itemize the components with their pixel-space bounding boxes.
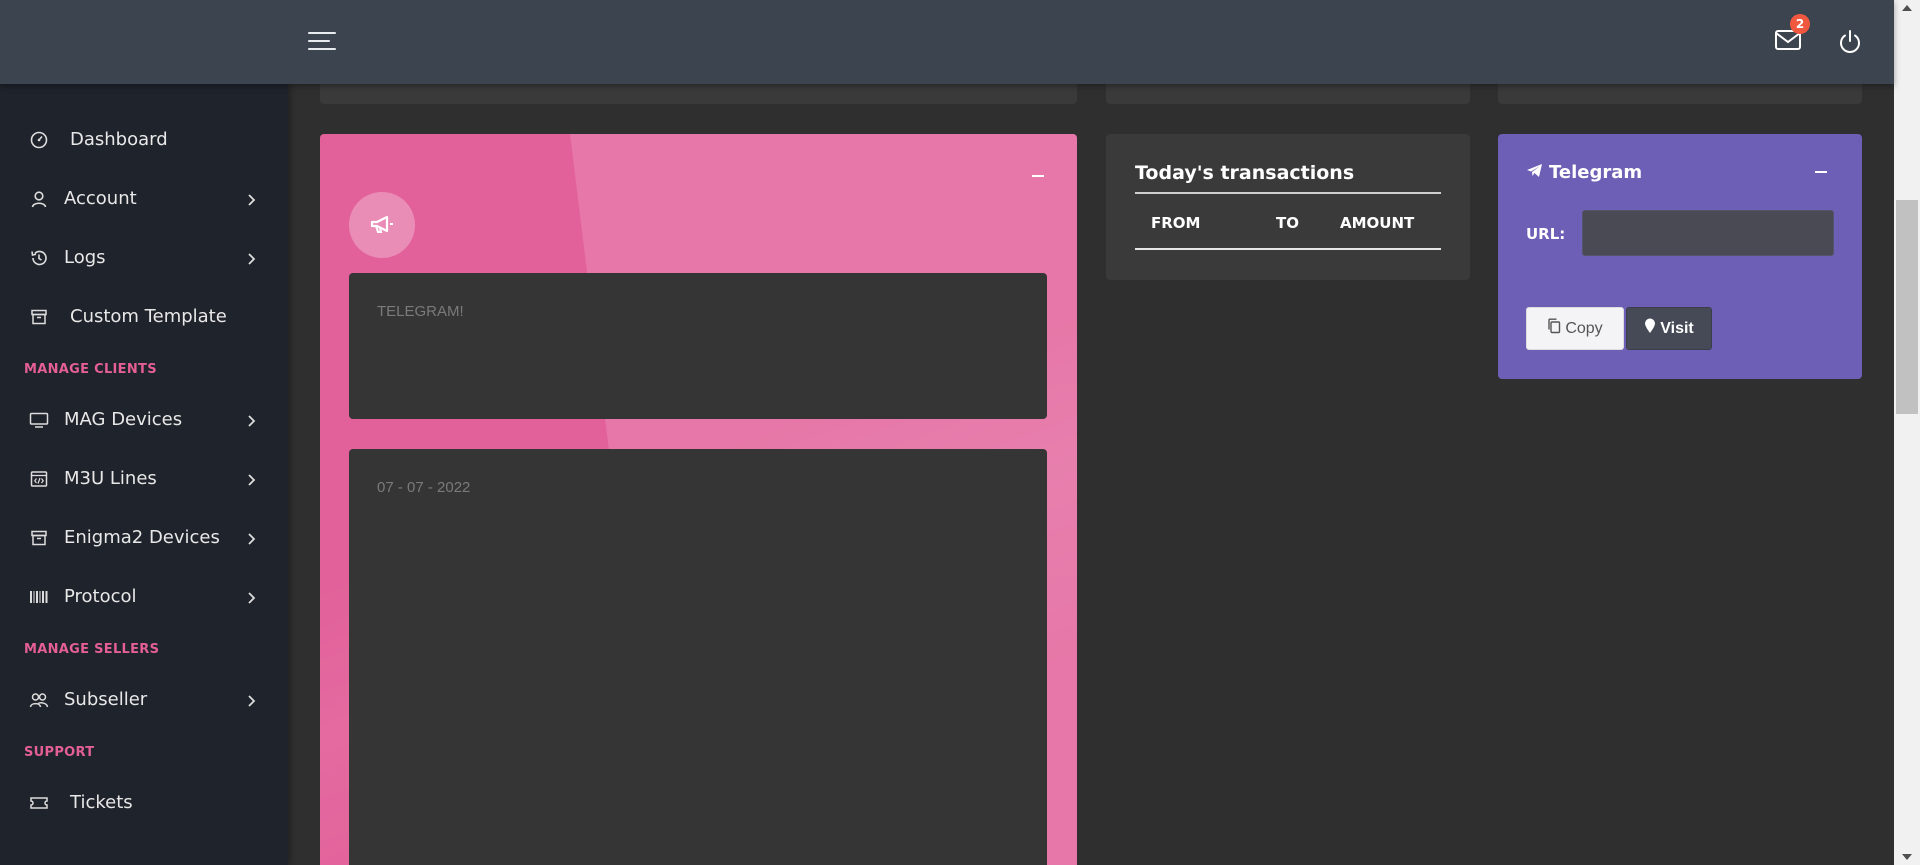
card-bottom-edge (320, 84, 1077, 104)
megaphone-icon (349, 192, 415, 258)
scrollbar-thumb[interactable] (1896, 200, 1918, 414)
copy-button[interactable]: Copy (1526, 307, 1624, 350)
copy-label: Copy (1565, 319, 1603, 337)
card-bottom-edge (1106, 84, 1470, 104)
divider (1135, 192, 1441, 194)
sidebar-item-dashboard[interactable]: Dashboard (0, 118, 288, 162)
sidebar-item-logs[interactable]: Logs (0, 236, 288, 280)
top-navbar: 2 (0, 0, 1894, 84)
sidebar-item-m3u-lines[interactable]: M3U Lines (0, 457, 288, 501)
sidebar-item-tickets[interactable]: Tickets (0, 781, 288, 825)
users-icon (28, 690, 50, 710)
archive-icon (28, 307, 50, 327)
hamburger-icon[interactable] (308, 30, 338, 54)
sidebar-item-enigma2-devices[interactable]: Enigma2 Devices (0, 516, 288, 560)
sidebar-item-label: Custom Template (70, 306, 227, 327)
map-pin-icon (1644, 318, 1656, 339)
user-icon (28, 189, 50, 209)
sidebar-item-label: M3U Lines (64, 468, 157, 489)
sidebar-item-mag-devices[interactable]: MAG Devices (0, 398, 288, 442)
telegram-card-title: Telegram (1526, 162, 1642, 183)
section-title-manage-clients: MANAGE CLIENTS (24, 362, 157, 377)
visit-button[interactable]: Visit (1626, 307, 1712, 350)
divider (1135, 248, 1441, 250)
sidebar: Dashboard Account Logs Custom Template M… (0, 84, 288, 865)
collapse-icon[interactable] (1030, 170, 1046, 182)
sidebar-item-subseller[interactable]: Subseller (0, 678, 288, 722)
barcode-icon (28, 587, 50, 607)
announcement-title: TELEGRAM! (377, 303, 464, 320)
url-label: URL: (1526, 225, 1566, 243)
column-header-to: TO (1276, 214, 1299, 232)
telegram-title: Telegram (1549, 162, 1643, 183)
notification-badge: 2 (1790, 14, 1810, 34)
card-bottom-edge (1498, 84, 1862, 104)
chevron-right-icon (246, 191, 258, 207)
sidebar-item-label: Subseller (64, 689, 148, 710)
chevron-right-icon (246, 692, 258, 708)
code-window-icon (28, 469, 50, 489)
sidebar-item-account[interactable]: Account (0, 177, 288, 221)
chevron-right-icon (246, 471, 258, 487)
sidebar-item-label: Enigma2 Devices (64, 527, 220, 548)
section-title-support: SUPPORT (24, 745, 95, 760)
scrollbar-track[interactable] (1894, 0, 1920, 865)
announcement-card: TELEGRAM! 07 - 07 - 2022 (320, 134, 1077, 865)
column-header-amount: AMOUNT (1340, 214, 1415, 232)
monitor-icon (28, 410, 50, 430)
chevron-right-icon (246, 530, 258, 546)
column-header-from: FROM (1151, 214, 1201, 232)
sidebar-item-label: Account (64, 188, 137, 209)
section-title-manage-sellers: MANAGE SELLERS (24, 642, 160, 657)
chevron-right-icon (246, 412, 258, 428)
telegram-card: Telegram URL: Copy Visit (1498, 134, 1862, 379)
sidebar-item-custom-template[interactable]: Custom Template (0, 295, 288, 339)
scroll-up-arrow-icon[interactable] (1894, 0, 1920, 16)
paper-plane-icon (1526, 162, 1543, 183)
collapse-icon[interactable] (1813, 166, 1829, 178)
announcement-date: 07 - 07 - 2022 (377, 479, 471, 496)
sidebar-item-label: Tickets (70, 792, 133, 813)
announcement-body-box: 07 - 07 - 2022 (349, 449, 1047, 865)
sidebar-item-protocol[interactable]: Protocol (0, 575, 288, 619)
visit-label: Visit (1660, 319, 1694, 337)
copy-icon (1547, 318, 1561, 339)
sidebar-item-label: Dashboard (70, 129, 168, 150)
url-input[interactable] (1582, 210, 1834, 256)
power-icon[interactable] (1836, 28, 1866, 58)
sidebar-item-label: Logs (64, 247, 106, 268)
sidebar-item-label: Protocol (64, 586, 137, 607)
speedometer-icon (28, 130, 50, 150)
transactions-card: Today's transactions FROM TO AMOUNT (1106, 134, 1470, 280)
transactions-title: Today's transactions (1135, 162, 1355, 184)
announcement-title-box: TELEGRAM! (349, 273, 1047, 419)
history-icon (28, 248, 50, 268)
ticket-icon (28, 793, 50, 813)
chevron-right-icon (246, 250, 258, 266)
chevron-right-icon (246, 589, 258, 605)
sidebar-item-label: MAG Devices (64, 409, 183, 430)
scroll-down-arrow-icon[interactable] (1894, 849, 1920, 865)
archive-icon (28, 528, 50, 548)
